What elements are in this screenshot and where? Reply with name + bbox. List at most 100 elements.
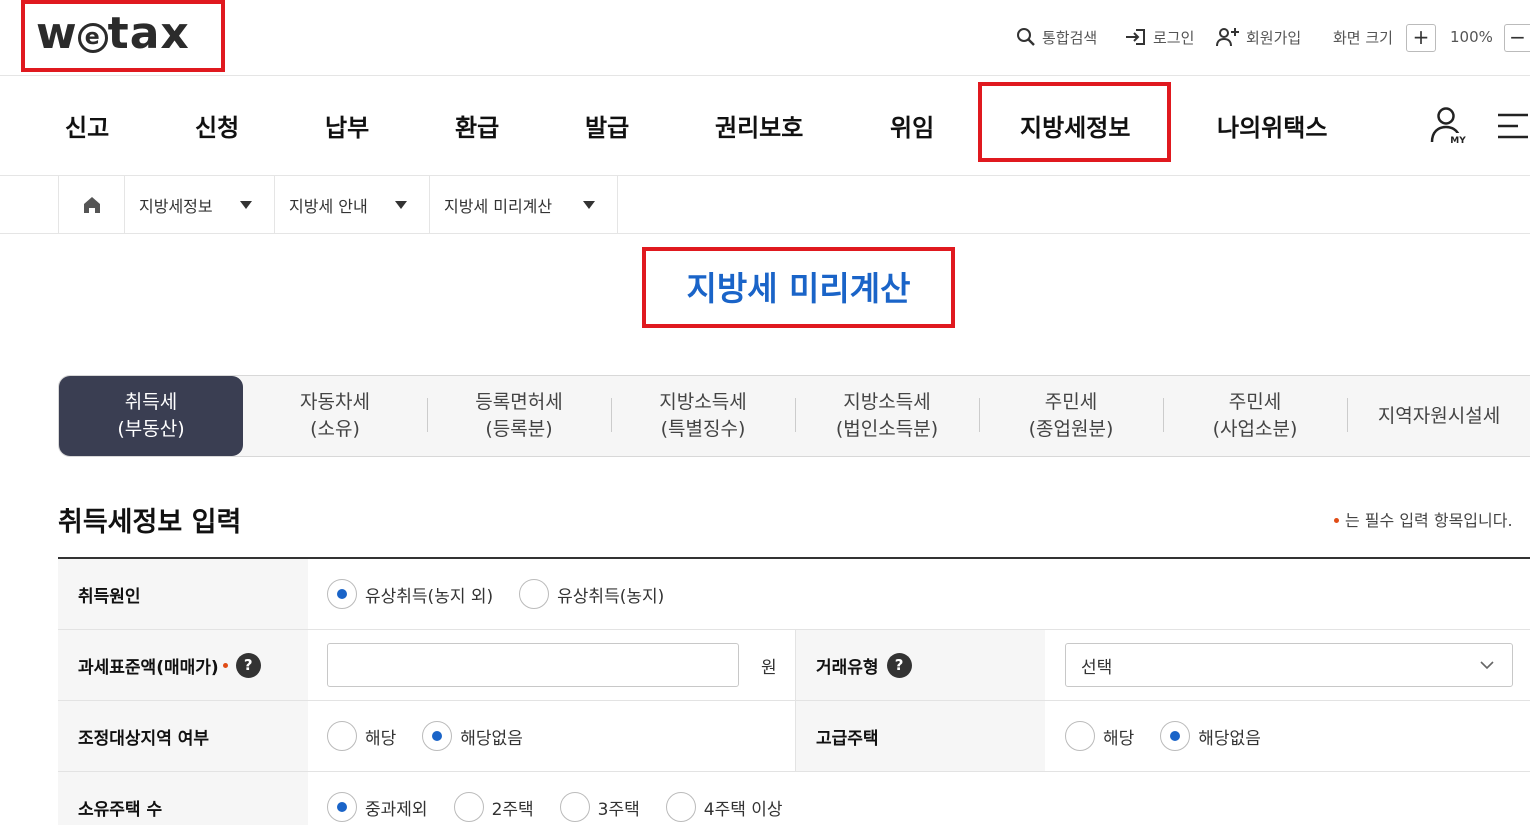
required-note: 는 필수 입력 항목입니다.	[1334, 507, 1513, 531]
nav-item-issue[interactable]: 발급	[585, 108, 629, 143]
radio-houses-excluded[interactable]: 중과제외	[327, 792, 428, 822]
radio-unselected-icon	[665, 792, 696, 822]
field-label-luxury: 고급주택	[795, 701, 1045, 771]
tab-label-line2: (사업소분)	[1212, 418, 1298, 440]
field-label-cause: 취득원인	[58, 559, 308, 629]
radio-label: 해당	[365, 728, 397, 749]
nav-item-apply[interactable]: 신청	[195, 108, 239, 143]
nav-item-payment[interactable]: 납부	[325, 108, 369, 143]
tab-regional-resource-tax[interactable]: 지역자원시설세	[1347, 376, 1530, 456]
tab-label-line2: (부동산)	[117, 418, 185, 440]
tab-label-line1: 지방소득세	[843, 391, 931, 413]
field-label-trade-type-text: 거래유형	[816, 657, 879, 678]
tab-label-line2: (종업원분)	[1028, 418, 1114, 440]
trade-type-cell: 선택	[1065, 630, 1513, 700]
cause-radio-group: 유상취득(농지 외) 유상취득(농지)	[327, 559, 690, 629]
radio-houses-4plus[interactable]: 4주택 이상	[665, 792, 783, 822]
radio-unselected-icon	[559, 792, 590, 822]
breadcrumb-level1-label: 지방세정보	[139, 196, 213, 216]
tab-local-income-tax-corporate[interactable]: 지방소득세 (법인소득분)	[795, 376, 979, 456]
breadcrumb-level3[interactable]: 지방세 미리계산	[429, 176, 618, 233]
radio-unselected-icon	[1065, 721, 1095, 751]
form-row-houses: 소유주택 수 중과제외 2주택 3주택 4주택 이상	[58, 772, 1530, 825]
my-page-button[interactable]: MY	[1428, 106, 1468, 150]
required-dot-icon	[222, 662, 228, 668]
login-link[interactable]: 로그인	[1125, 25, 1194, 49]
breadcrumb-level2[interactable]: 지방세 안내	[274, 176, 429, 233]
radio-label: 해당없음	[1198, 728, 1261, 749]
tax-base-cell: 원	[327, 630, 777, 700]
search-link[interactable]: 통합검색	[1016, 25, 1097, 49]
tab-label-line1: 지역자원시설세	[1377, 404, 1501, 427]
radio-luxury-yes[interactable]: 해당	[1065, 721, 1134, 751]
search-icon	[1017, 28, 1035, 46]
signup-link[interactable]: 회원가입	[1216, 25, 1301, 49]
form-row-regulated: 조정대상지역 여부 해당 해당없음 고급주택 해당 해당없음	[58, 701, 1530, 772]
help-icon[interactable]: ?	[235, 652, 261, 678]
field-label-regulated: 조정대상지역 여부	[58, 701, 308, 771]
trade-type-select[interactable]: 선택	[1065, 643, 1513, 687]
radio-label: 유상취득(농지)	[557, 586, 665, 607]
search-label: 통합검색	[1042, 28, 1098, 47]
tax-base-unit: 원	[761, 657, 777, 678]
nav-item-rights[interactable]: 권리보호	[715, 108, 803, 143]
chevron-down-icon	[583, 200, 595, 209]
zoom-in-button[interactable]: +	[1406, 24, 1436, 52]
tab-label-line1: 주민세	[1228, 391, 1282, 413]
nav-item-my-wetax[interactable]: 나의위택스	[1217, 108, 1327, 143]
home-icon	[83, 196, 100, 213]
top-utility-bar: w e tax 통합검색 로그인 회원가입 화면 크기 + 100% −	[0, 0, 1530, 76]
field-label-trade-type: 거래유형?	[795, 630, 1045, 700]
login-icon	[1126, 29, 1145, 45]
tab-label: 취득세 (부동산)	[117, 389, 184, 443]
main-navigation: 신고 신청 납부 환급 발급 권리보호 위임 지방세정보 나의위택스 MY	[0, 76, 1530, 176]
radio-houses-2[interactable]: 2주택	[453, 792, 534, 822]
form-row-cause: 취득원인 유상취득(농지 외) 유상취득(농지)	[58, 559, 1530, 630]
tab-resident-tax-employee[interactable]: 주민세 (종업원분)	[979, 376, 1163, 456]
radio-regulated-no[interactable]: 해당없음	[422, 721, 523, 751]
radio-regulated-yes[interactable]: 해당	[327, 721, 396, 751]
radio-cause-farmland[interactable]: 유상취득(농지)	[519, 579, 664, 609]
required-dot-icon	[1334, 518, 1339, 523]
tab-acquisition-tax[interactable]: 취득세 (부동산)	[59, 376, 243, 456]
logo-text-tax: tax	[107, 8, 190, 59]
radio-houses-3[interactable]: 3주택	[559, 792, 640, 822]
form-row-tax-base: 과세표준액(매매가)? 원 거래유형? 선택	[58, 630, 1530, 701]
zoom-level: 100%	[1450, 28, 1493, 46]
radio-label: 해당	[1103, 728, 1135, 749]
nav-item-report[interactable]: 신고	[65, 108, 109, 143]
radio-label: 해당없음	[460, 728, 523, 749]
tax-base-input[interactable]	[327, 643, 739, 687]
section-title: 취득세정보 입력	[58, 507, 242, 538]
help-icon[interactable]: ?	[886, 652, 912, 678]
nav-item-delegation[interactable]: 위임	[890, 108, 934, 143]
breadcrumb-level1[interactable]: 지방세정보	[124, 176, 274, 233]
tab-resident-tax-business[interactable]: 주민세 (사업소분)	[1163, 376, 1347, 456]
tab-label-line1: 등록면허세	[475, 391, 563, 413]
radio-unselected-icon	[453, 792, 484, 822]
radio-label: 중과제외	[365, 799, 428, 820]
login-label: 로그인	[1153, 28, 1195, 47]
tab-label-line2: (소유)	[310, 418, 360, 440]
radio-luxury-no[interactable]: 해당없음	[1160, 721, 1261, 751]
all-menu-button[interactable]	[1496, 112, 1530, 144]
breadcrumb-home[interactable]	[58, 176, 124, 233]
wetax-logo[interactable]: w e tax	[36, 8, 190, 59]
radio-cause-non-farmland[interactable]: 유상취득(농지 외)	[327, 579, 493, 609]
logo-text-w: w	[36, 8, 78, 59]
tab-label-line1: 지방소득세	[659, 391, 747, 413]
tab-registration-tax[interactable]: 등록면허세 (등록분)	[427, 376, 611, 456]
nav-item-local-tax-info[interactable]: 지방세정보	[1020, 108, 1130, 143]
radio-label: 3주택	[597, 799, 640, 820]
radio-selected-icon	[327, 579, 357, 609]
tab-local-income-tax-withholding[interactable]: 지방소득세 (특별징수)	[611, 376, 795, 456]
nav-item-refund[interactable]: 환급	[455, 108, 499, 143]
zoom-out-button[interactable]: −	[1504, 24, 1530, 52]
breadcrumb-level3-label: 지방세 미리계산	[444, 196, 553, 216]
breadcrumb: 지방세정보 지방세 안내 지방세 미리계산	[0, 176, 1530, 234]
radio-label: 4주택 이상	[703, 799, 783, 820]
tab-vehicle-tax[interactable]: 자동차세 (소유)	[243, 376, 427, 456]
chevron-down-icon	[395, 200, 407, 209]
radio-selected-icon	[422, 721, 453, 751]
trade-type-selected-value: 선택	[1081, 657, 1113, 678]
